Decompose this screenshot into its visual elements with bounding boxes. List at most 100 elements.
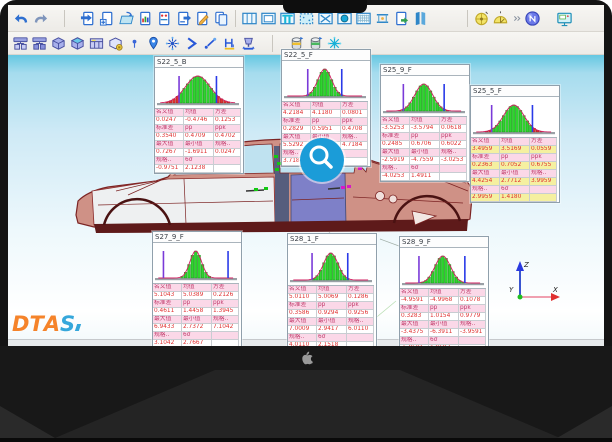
stat-label-cell: 最小值: [500, 170, 530, 178]
page-transfer-icon[interactable]: [392, 8, 411, 28]
solid-box-2-icon[interactable]: [68, 33, 87, 53]
caliper-icon[interactable]: [373, 8, 392, 28]
panel-title[interactable]: S25_9_F: [381, 65, 469, 76]
stat-label-cell: 6σ: [317, 334, 347, 342]
stat-value-cell: 0.9256: [347, 310, 374, 318]
chevron-link-icon[interactable]: [201, 33, 220, 53]
window-view-icon[interactable]: [259, 8, 278, 28]
stat-panel-S25_5_F: S25_5_F名义值均值方差3.49593.51690.0559标准差ppppk…: [470, 85, 560, 203]
stat-label-cell: 标准差: [381, 133, 410, 141]
panel-title[interactable]: S27_9_F: [153, 232, 241, 243]
dof-node-icon[interactable]: [163, 33, 182, 53]
more-1-icon[interactable]: [510, 8, 523, 28]
stat-label-cell: pp: [317, 302, 347, 310]
assembly-node-2-icon[interactable]: [30, 33, 49, 53]
open-model-icon[interactable]: [117, 8, 136, 28]
stat-value-cell: 2.9959: [471, 194, 500, 202]
cube-lock-icon[interactable]: [106, 33, 125, 53]
stat-value-cell: -0.4746: [184, 117, 214, 125]
stat-panel-S27_9_F: S27_9_F名义值均值方差5.10435.03890.2126标准差ppppk…: [152, 231, 242, 346]
stat-value-cell: 0.2485: [381, 141, 410, 149]
stat-label-cell: pp: [500, 154, 530, 162]
datum-h-icon[interactable]: [220, 33, 239, 53]
stat-label-cell: ppk: [347, 302, 374, 310]
chevron-right-icon[interactable]: [182, 33, 201, 53]
stat-label-cell: 规格..: [155, 157, 184, 165]
point-marker-icon[interactable]: [125, 33, 144, 53]
display-monitor-icon[interactable]: [555, 8, 574, 28]
angle-probe-icon[interactable]: [491, 8, 510, 28]
stat-value-cell: 0.0618: [440, 125, 467, 133]
stat-label-cell: 规格..: [347, 318, 374, 326]
stat-value-cell: 4.1180: [311, 110, 341, 118]
stat-value-cell: 0.1078: [459, 297, 486, 305]
stat-label-cell: 均值: [182, 284, 212, 292]
edit-report-icon[interactable]: [193, 8, 212, 28]
new-report-icon[interactable]: [98, 8, 117, 28]
stat-label-cell: [459, 337, 486, 345]
stat-label-cell: [347, 334, 374, 342]
copy-report-icon[interactable]: [212, 8, 231, 28]
nav-sphere-icon[interactable]: [523, 8, 542, 28]
stat-label-cell: pp: [182, 300, 212, 308]
stat-label-cell: 方差: [530, 138, 557, 146]
stat-value-cell: 0.6755: [530, 162, 557, 170]
stat-value-cell: 3.9959: [530, 178, 557, 186]
assembly-node-icon[interactable]: [11, 33, 30, 53]
fixture-icon[interactable]: [239, 33, 258, 53]
panel-title[interactable]: S22_5_F: [282, 50, 370, 61]
stat-label-cell: 方差: [212, 284, 239, 292]
stat-label-cell: 名义值: [400, 289, 429, 297]
stat-value-cell: 3.5169: [500, 146, 530, 154]
redo-icon[interactable]: [31, 8, 50, 28]
more-3-icon[interactable]: [574, 8, 587, 28]
stat-value-cell: -2.5919: [381, 157, 410, 165]
stat-label-cell: [214, 157, 241, 165]
stat-label-cell: 6σ: [184, 157, 214, 165]
stat-value-cell: 0.5951: [311, 126, 341, 134]
export-report-icon[interactable]: [174, 8, 193, 28]
stat-table: 名义值均值方差5.01105.00690.1286标准差ppppk0.35860…: [288, 286, 376, 346]
stat-value-cell: 4.4254: [471, 178, 500, 186]
pin-marker-icon[interactable]: [144, 33, 163, 53]
toolbar-separator: [467, 10, 468, 27]
stat-label-cell: 规格..: [212, 316, 239, 324]
panel-title[interactable]: S25_5_F: [471, 86, 559, 97]
stat-label-cell: 规格..: [459, 321, 486, 329]
panel-title[interactable]: S28_1_F: [288, 234, 376, 245]
stat-label-cell: 均值: [311, 102, 341, 110]
stat-label-cell: 方差: [214, 109, 241, 117]
photo-frame: Z X Y S22_5_B名义值均值方差0.0247-0.47460.1253标…: [0, 0, 612, 442]
split-columns-icon[interactable]: [240, 8, 259, 28]
measure-report-icon[interactable]: [155, 8, 174, 28]
assembly-table-icon[interactable]: [87, 33, 106, 53]
target-probe-icon[interactable]: [472, 8, 491, 28]
stat-value-cell: 0.4702: [214, 133, 241, 141]
stat-value-cell: 2.7372: [182, 324, 212, 332]
stat-value-cell: 1.0154: [429, 313, 459, 321]
import-model-icon[interactable]: [79, 8, 98, 28]
chart-report-icon[interactable]: [136, 8, 155, 28]
stat-value-cell: 1.9697: [429, 345, 459, 346]
stat-label-cell: 最小值: [184, 141, 214, 149]
undo-icon[interactable]: [12, 8, 31, 28]
more-2-icon[interactable]: [542, 8, 555, 28]
panel-title[interactable]: S22_5_B: [155, 57, 243, 68]
compare-pages-icon[interactable]: [411, 8, 430, 28]
stat-value-cell: 3.4959: [471, 146, 500, 154]
panel-title[interactable]: S28_9_F: [400, 237, 488, 248]
stat-value-cell: 7.0009: [288, 326, 317, 334]
search-button[interactable]: [300, 138, 344, 182]
stat-label-cell: 规格..: [530, 170, 557, 178]
stat-value-cell: 4.0110: [288, 342, 317, 346]
stat-value-cell: -4.0253: [381, 173, 410, 181]
stat-value-cell: 0.4611: [153, 308, 182, 316]
stat-value-cell: 6.9433: [153, 324, 182, 332]
solid-box-icon[interactable]: [49, 33, 68, 53]
stat-value-cell: 0.4709: [184, 133, 214, 141]
stat-value-cell: 0.6706: [410, 141, 440, 149]
stat-value-cell: -3.9591: [459, 329, 486, 337]
stat-label-cell: 最小值: [182, 316, 212, 324]
stat-label-cell: 名义值: [471, 138, 500, 146]
more-4-icon[interactable]: [587, 8, 600, 28]
